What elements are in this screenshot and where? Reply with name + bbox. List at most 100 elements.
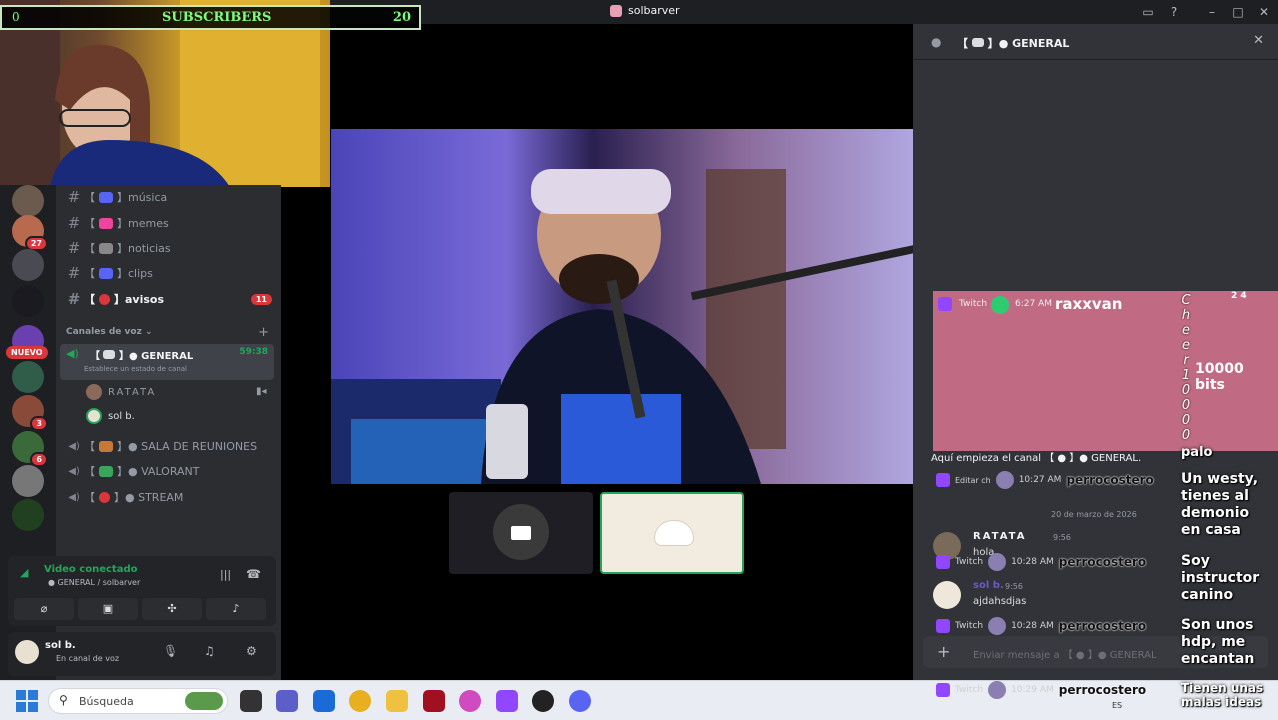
date-divider: 20 de marzo de 2026 [1051,510,1137,519]
twitch-message-text: Tienen unas malas ideas [1181,681,1264,709]
add-attachment-icon[interactable]: + [937,642,950,661]
chat-icon [971,38,984,47]
message-author[interactable]: sol b. [973,580,1004,591]
channel-clips[interactable]: # 【 】 clips [64,262,274,284]
main-video[interactable] [331,129,913,484]
server-icon[interactable] [12,465,44,497]
channel-bracket: 【 [84,217,95,230]
screen-share-button[interactable]: ▣ [78,598,138,620]
disconnect-icon[interactable]: ☎ [246,567,261,581]
avatar [988,681,1007,699]
maximize-button[interactable]: □ [1230,4,1246,20]
chat-icon [103,350,116,359]
voice-channel-stream[interactable]: ◀) 【 】 ● STREAM [64,486,274,508]
task-view-icon[interactable] [240,690,262,712]
language-indicator[interactable]: ES [1112,701,1122,710]
voice-channel-general[interactable]: ◀) 【 】● GENERAL 59:38 Establece un estad… [60,344,274,380]
channel-label: noticias [128,241,171,255]
channel-memes[interactable]: # 【 】 memes [64,212,274,234]
voice-channel-reuniones[interactable]: ◀) 【 】 ● SALA DE REUNIONES [64,435,274,457]
twitch-app-icon[interactable] [496,690,518,712]
cheer-letter: r [1183,353,1189,368]
input-placeholder: Enviar mensaje a 【 ● 】● GENERAL [973,650,1157,661]
twitch-icon [936,619,950,633]
voice-channel-valorant[interactable]: ◀) 【 】 ● VALORANT [64,460,274,482]
teams-icon[interactable] [276,690,298,712]
cheer-letter: e [1182,338,1190,353]
inbox-icon[interactable]: ▭ [1140,4,1156,20]
channel-start-channel: ● GENERAL. [1079,453,1142,464]
channel-musica[interactable]: # 【 】 música [64,186,274,208]
add-channel-icon[interactable]: + [258,325,269,340]
windows-start-icon[interactable] [16,690,38,712]
soundboard-button[interactable]: ♪ [206,598,266,620]
activities-button[interactable]: ✣ [142,598,202,620]
taskbar-search[interactable]: ⚲ Búsqueda [48,688,228,714]
file-explorer-icon[interactable] [386,690,408,712]
voice-category[interactable]: Canales de voz ⌄ [66,327,153,337]
twitch-icon [938,297,952,311]
voice-user-ratata[interactable]: RATATA [86,384,156,400]
channel-bracket: 【 [84,491,95,504]
voice-user-solb[interactable]: sol b. [86,408,135,424]
avatar[interactable] [933,581,961,609]
close-window-button[interactable]: ✕ [1256,4,1272,20]
close-icon[interactable]: ✕ [1253,33,1264,48]
server-icon[interactable]: 6 [12,431,48,467]
chat-title-label: ● GENERAL [998,37,1070,50]
copilot-icon[interactable] [459,690,481,712]
voice-location[interactable]: ● GENERAL / solbarver [48,578,140,587]
store-icon[interactable] [313,690,335,712]
settings-gear-icon[interactable]: ⚙ [246,644,257,658]
help-icon[interactable]: ? [1166,4,1182,20]
microphone-icon[interactable]: 🎙︎ [163,644,178,658]
channel-label: ● STREAM [125,490,184,504]
search-icon: ⚲ [59,693,68,707]
server-icon[interactable]: 3 [12,395,48,431]
server-icon[interactable] [12,185,44,217]
username: sol b. [45,640,76,651]
channel-noticias[interactable]: # 【 】 noticias [64,237,274,259]
cat-avatar-icon [654,520,694,546]
headphones-icon[interactable]: ♫ [204,644,215,658]
camera-toggle-button[interactable]: ⌀ [14,598,74,620]
news-icon [99,242,113,254]
voice-timer: 59:38 [239,347,268,357]
twitch-source: Editar ch [955,475,991,485]
channel-bracket-close: 】 [117,242,128,255]
discord-icon[interactable] [569,690,591,712]
new-badge[interactable]: NUEVO [6,346,48,359]
hash-icon: # [67,188,81,206]
voice-status: Video conectado [44,564,138,575]
server-icon[interactable] [12,499,44,531]
obs-icon[interactable] [532,690,554,712]
noise-suppression-icon[interactable]: ||| [220,568,231,581]
minimize-button[interactable]: – [1204,4,1220,20]
hash-icon: # [67,264,81,282]
app-red-icon[interactable] [423,690,445,712]
music-icon [99,191,113,203]
channel-status-hint[interactable]: Establece un estado de canal [84,365,187,373]
twitch-user: perrocostero [1066,473,1154,487]
server-icon[interactable] [12,249,44,281]
message-author[interactable]: RATATA [973,531,1026,542]
camera-icon [511,526,531,540]
camera-off-tile[interactable] [449,492,593,574]
voice-channel-name: 【 】● GENERAL [90,350,194,362]
twitch-source: Twitch [955,685,984,695]
server-icon[interactable]: 27 [12,215,48,251]
start-tile [28,702,38,712]
chrome-icon[interactable] [349,690,371,712]
server-icon[interactable] [12,285,44,317]
voice-category-label: Canales de voz [66,327,142,337]
server-icon[interactable] [12,361,44,393]
alert-source: Twitch [959,299,988,309]
hash-icon: # [67,214,81,232]
speaker-icon: ◀) [68,440,80,452]
user-avatar[interactable] [15,640,39,664]
window-title-text: solbarver [628,4,680,17]
input-placeholder-text: Enviar mensaje a [973,650,1060,661]
channel-avisos[interactable]: # 【 】 avisos 11 [64,288,274,310]
channel-bracket: 【 [84,242,95,255]
speaking-tile[interactable] [600,492,744,574]
